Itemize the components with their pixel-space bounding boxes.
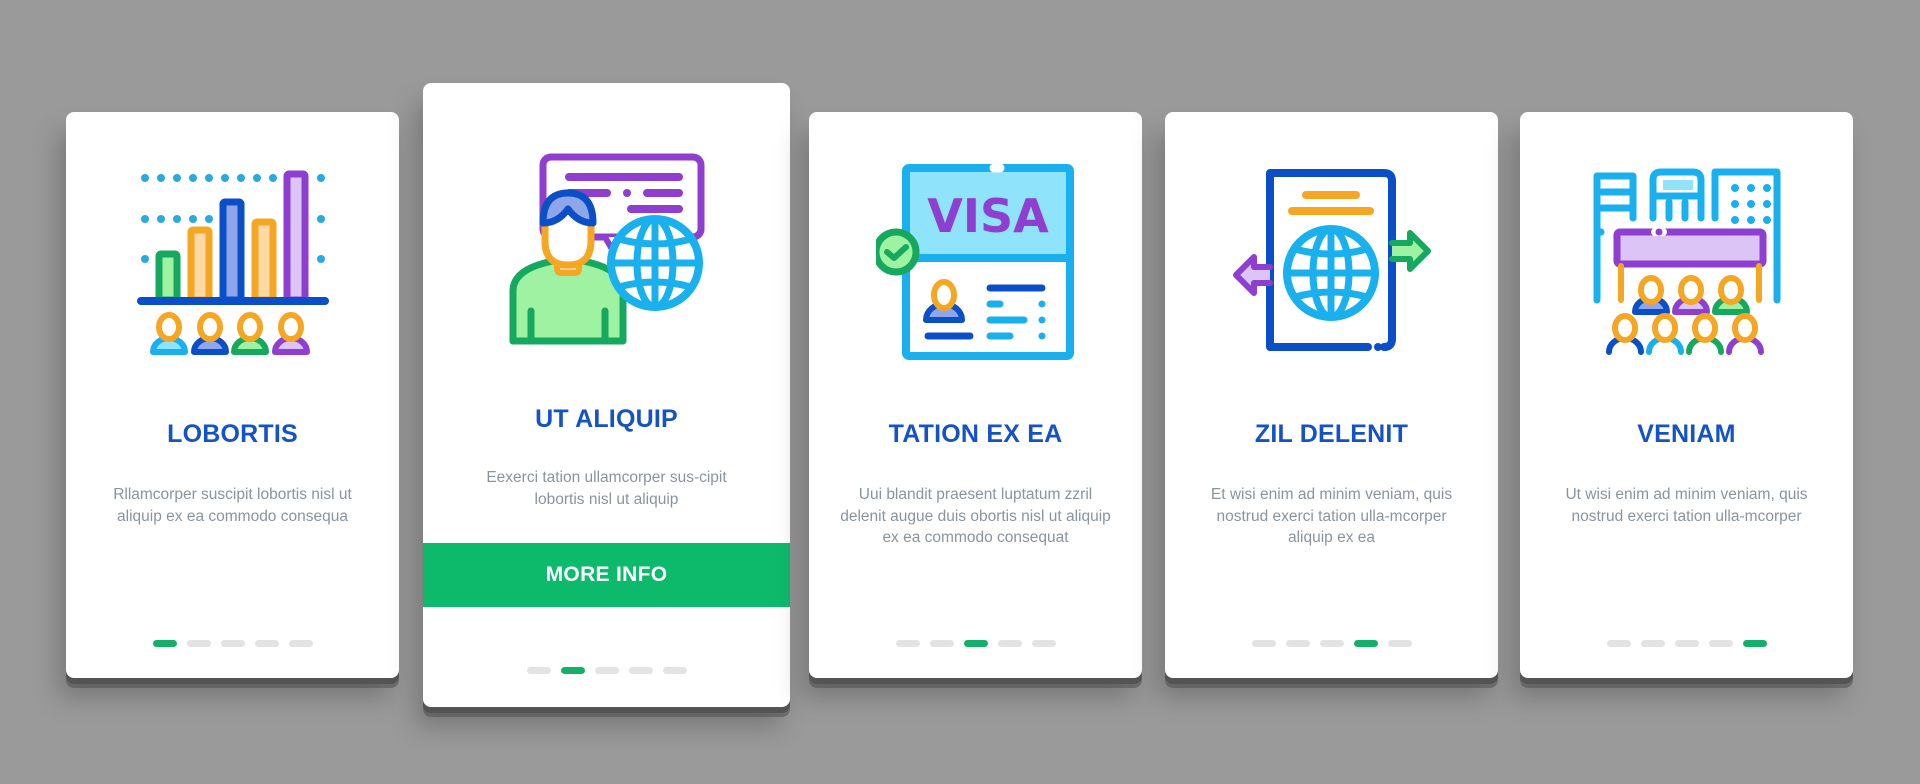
card-title: VENIAM — [1637, 420, 1736, 448]
onboarding-card-2: UT ALIQUIP Eexerci tation ullamcorper su… — [423, 83, 790, 707]
bar-chart-audience-icon — [133, 162, 333, 362]
person-globe-speech-icon — [507, 151, 707, 351]
page-indicator — [1520, 640, 1853, 647]
card-description: Rllamcorper suscipit lobortis nisl ut al… — [113, 486, 352, 525]
page-dot-3[interactable] — [594, 667, 619, 674]
page-dot-1[interactable] — [1251, 640, 1276, 647]
page-dot-3[interactable] — [963, 640, 988, 647]
page-dot-2[interactable] — [929, 640, 954, 647]
page-dot-4[interactable] — [628, 667, 653, 674]
page-dot-5[interactable] — [1031, 640, 1056, 647]
card-description: Eexerci tation ullamcorper sus-cipit lob… — [486, 469, 727, 508]
page-dot-5[interactable] — [662, 667, 687, 674]
page-indicator — [66, 640, 399, 647]
onboarding-card-1: LOBORTIS Rllamcorper suscipit lobortis n… — [66, 112, 399, 678]
onboarding-card-5: VENIAM Ut wisi enim ad minim veniam, qui… — [1520, 112, 1853, 678]
page-dot-4[interactable] — [997, 640, 1022, 647]
page-indicator — [1165, 640, 1498, 647]
page-dot-4[interactable] — [1353, 640, 1378, 647]
onboarding-card-4: ZIL DELENIT Et wisi enim ad minim veniam… — [1165, 112, 1498, 678]
card-title: LOBORTIS — [167, 420, 298, 448]
page-dot-2[interactable] — [560, 667, 585, 674]
page-dot-1[interactable] — [152, 640, 177, 647]
visa-label: VISA — [927, 189, 1049, 243]
city-conference-audience-icon — [1587, 162, 1787, 362]
page-dot-5[interactable] — [1387, 640, 1412, 647]
page-indicator — [423, 667, 790, 674]
onboarding-card-3: VISA TATION EX EA Uui blandit praesent l… — [809, 112, 1142, 678]
page-dot-4[interactable] — [254, 640, 279, 647]
page-dot-2[interactable] — [1285, 640, 1310, 647]
page-dot-3[interactable] — [220, 640, 245, 647]
page-dot-5[interactable] — [288, 640, 313, 647]
page-dot-5[interactable] — [1742, 640, 1767, 647]
passport-globe-arrows-icon — [1232, 167, 1432, 367]
page-dot-3[interactable] — [1319, 640, 1344, 647]
card-description: Uui blandit praesent luptatum zzril dele… — [840, 486, 1111, 546]
visa-document-icon: VISA — [875, 162, 1076, 362]
card-description: Ut wisi enim ad minim veniam, quis nostr… — [1565, 486, 1808, 525]
page-dot-1[interactable] — [1606, 640, 1631, 647]
card-title: TATION EX EA — [888, 420, 1063, 448]
page-dot-3[interactable] — [1674, 640, 1699, 647]
page-dot-1[interactable] — [895, 640, 920, 647]
page-indicator — [809, 640, 1142, 647]
page-dot-4[interactable] — [1708, 640, 1733, 647]
card-description: Et wisi enim ad minim veniam, quis nostr… — [1210, 486, 1453, 546]
more-info-button[interactable]: MORE INFO — [423, 543, 790, 607]
card-title: ZIL DELENIT — [1254, 420, 1409, 448]
card-title: UT ALIQUIP — [535, 405, 678, 433]
page-dot-2[interactable] — [1640, 640, 1665, 647]
page-dot-2[interactable] — [186, 640, 211, 647]
page-dot-1[interactable] — [526, 667, 551, 674]
